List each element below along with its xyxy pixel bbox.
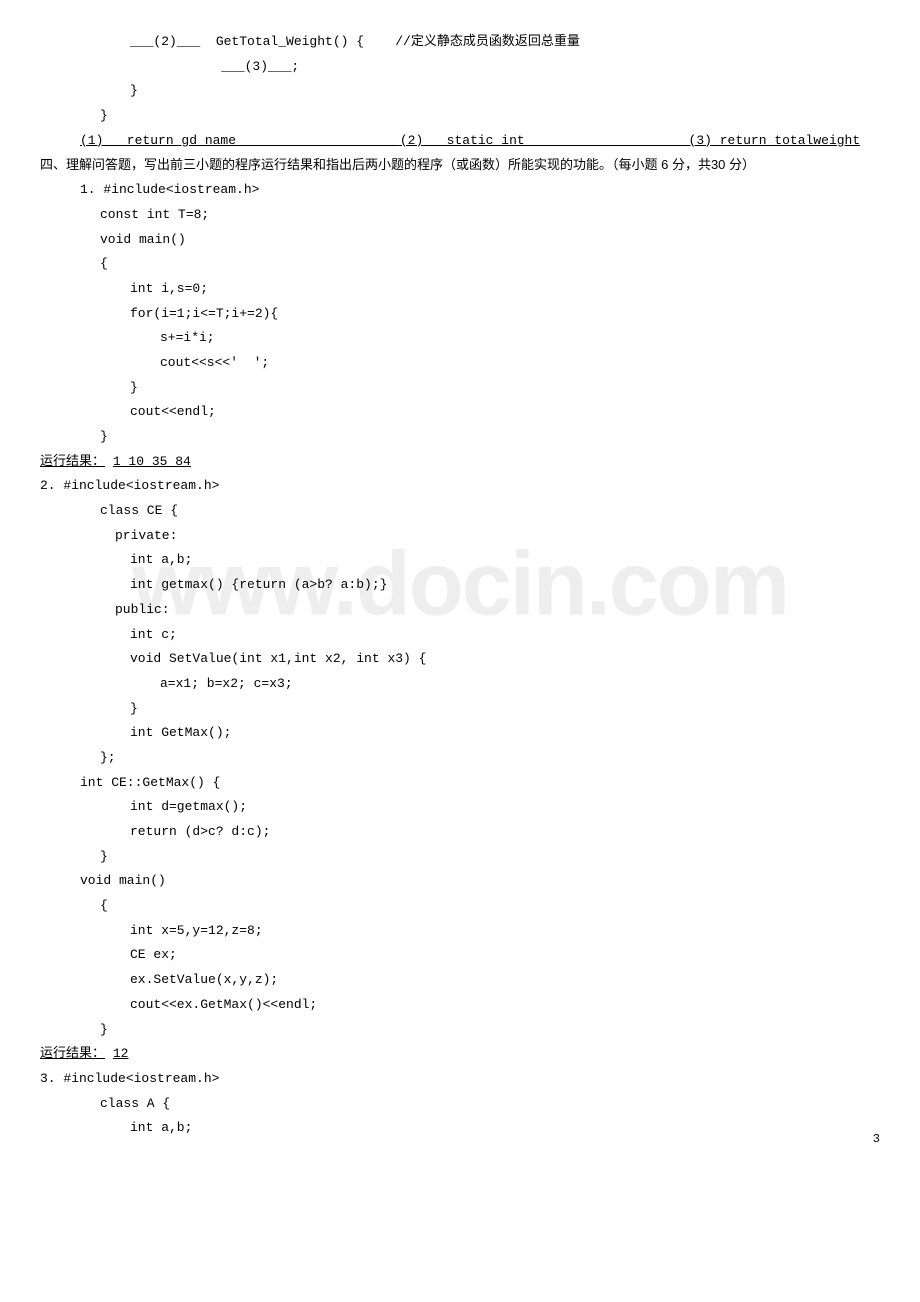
- code-line: {: [40, 252, 880, 277]
- code-line: };: [40, 746, 880, 771]
- code-line: class CE {: [40, 499, 880, 524]
- code-line: void SetValue(int x1,int x2, int x3) {: [40, 647, 880, 672]
- code-line: int GetMax();: [40, 721, 880, 746]
- question-4-title: 四、理解问答题，写出前三小题的程序运行结果和指出后两小题的程序（或函数）所能实现…: [40, 153, 880, 178]
- p1-result-label: 运行结果：: [40, 454, 105, 469]
- p1-include: 1. #include<iostream.h>: [40, 178, 880, 203]
- code-line: int c;: [40, 623, 880, 648]
- code-line: int d=getmax();: [40, 795, 880, 820]
- answer-2: static int: [423, 129, 688, 154]
- code-line: int a,b;: [40, 548, 880, 573]
- code-line: }: [40, 104, 880, 129]
- code-line: public:: [40, 598, 880, 623]
- page-content: ___(2)___ GetTotal_Weight() { //定义静态成员函数…: [40, 30, 880, 1141]
- p2-include: 2. #include<iostream.h>: [40, 474, 880, 499]
- code-line: private:: [40, 524, 880, 549]
- code-line: int a,b;: [40, 1116, 880, 1141]
- code-line: cout<<endl;: [40, 400, 880, 425]
- code-line: for(i=1;i<=T;i+=2){: [40, 302, 880, 327]
- code-line: s+=i*i;: [40, 326, 880, 351]
- p2-result-row: 运行结果： 12: [40, 1042, 880, 1067]
- fill-answer-row: (1) return gd_name (2) static int (3) re…: [40, 129, 880, 154]
- code-line: ___(2)___ GetTotal_Weight() { //定义静态成员函数…: [40, 30, 880, 55]
- code-line: return (d>c? d:c);: [40, 820, 880, 845]
- answer-3: return totalweight: [712, 129, 860, 154]
- code-line: }: [40, 697, 880, 722]
- code-line: CE ex;: [40, 943, 880, 968]
- answer-2-label: (2): [400, 129, 423, 154]
- code-line: const int T=8;: [40, 203, 880, 228]
- code-line: int i,s=0;: [40, 277, 880, 302]
- code-line: void main(): [40, 228, 880, 253]
- code-line: ex.SetValue(x,y,z);: [40, 968, 880, 993]
- code-line: int CE::GetMax() {: [40, 771, 880, 796]
- p3-include: 3. #include<iostream.h>: [40, 1067, 880, 1092]
- answer-3-label: (3): [689, 129, 712, 154]
- code-line: int getmax() {return (a>b? a:b);}: [40, 573, 880, 598]
- p2-result-label: 运行结果：: [40, 1046, 105, 1061]
- code-line: }: [40, 425, 880, 450]
- code-line: int x=5,y=12,z=8;: [40, 919, 880, 944]
- code-line: ___(3)___;: [40, 55, 880, 80]
- code-line: cout<<ex.GetMax()<<endl;: [40, 993, 880, 1018]
- p1-result: 1 10 35 84: [113, 454, 191, 469]
- answer-1-label: (1): [80, 129, 103, 154]
- code-line: void main(): [40, 869, 880, 894]
- code-line: {: [40, 894, 880, 919]
- code-line: a=x1; b=x2; c=x3;: [40, 672, 880, 697]
- code-line: class A {: [40, 1092, 880, 1117]
- code-line: }: [40, 79, 880, 104]
- answer-1: return gd_name: [103, 129, 399, 154]
- code-line: }: [40, 376, 880, 401]
- code-line: }: [40, 845, 880, 870]
- p2-result: 12: [113, 1046, 129, 1061]
- code-line: }: [40, 1018, 880, 1043]
- p1-result-row: 运行结果： 1 10 35 84: [40, 450, 880, 475]
- code-line: cout<<s<<' ';: [40, 351, 880, 376]
